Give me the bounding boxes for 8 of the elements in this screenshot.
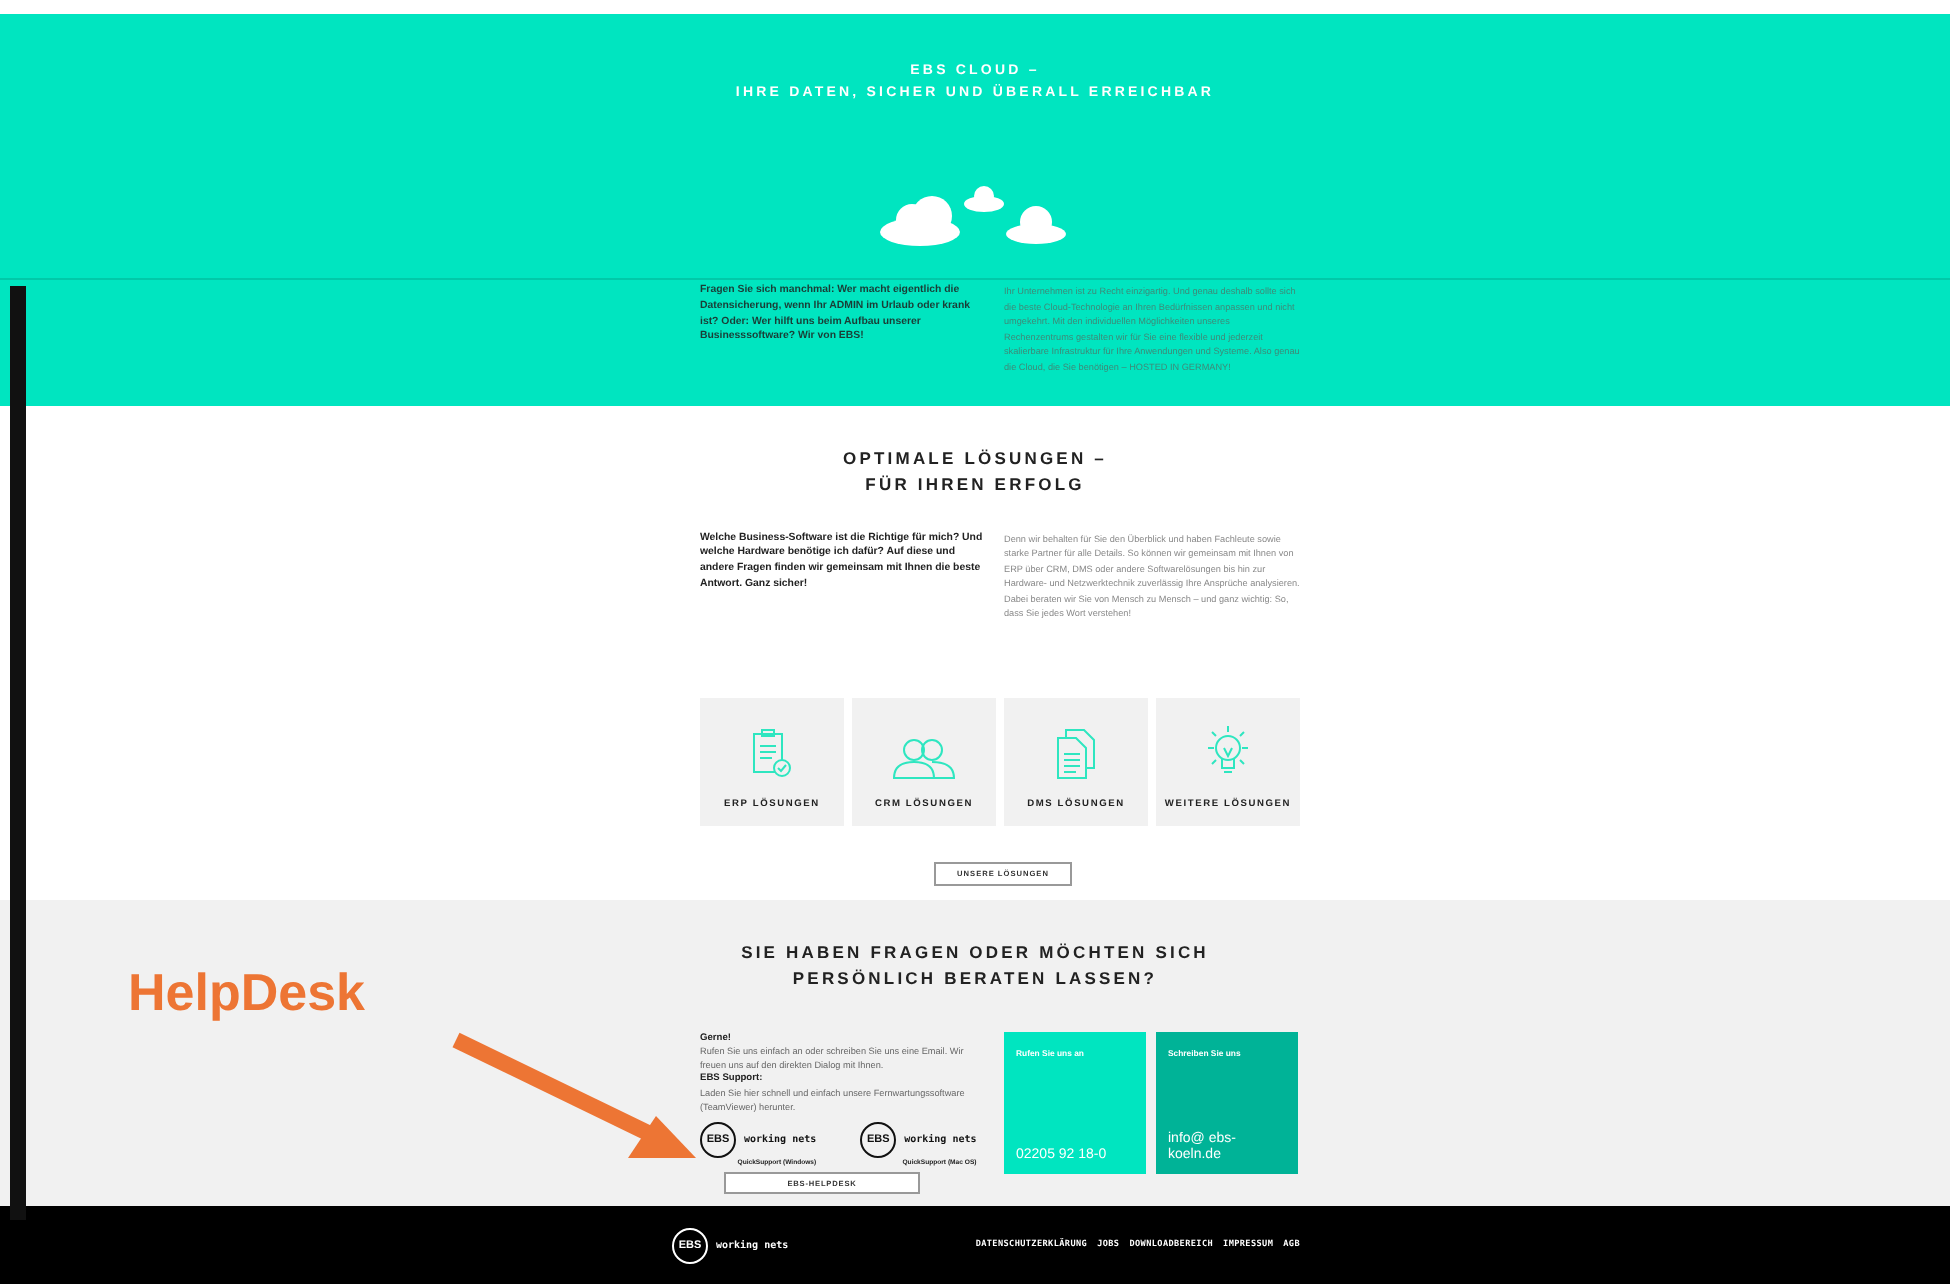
people-icon <box>892 735 956 780</box>
section-heading: SIE HABEN FRAGEN ODER MÖCHTEN SICH <box>741 940 1209 966</box>
clipboard-icon <box>750 727 794 780</box>
documents-icon <box>1054 727 1098 780</box>
annotation-label: HelpDesk <box>128 962 365 1024</box>
section-heading: FÜR IHREN ERFOLG <box>865 471 1085 497</box>
section-heading: OPTIMALE LÖSUNGEN – <box>843 446 1107 472</box>
section-heading: PERSÖNLICH BERATEN LASSEN? <box>792 965 1158 991</box>
